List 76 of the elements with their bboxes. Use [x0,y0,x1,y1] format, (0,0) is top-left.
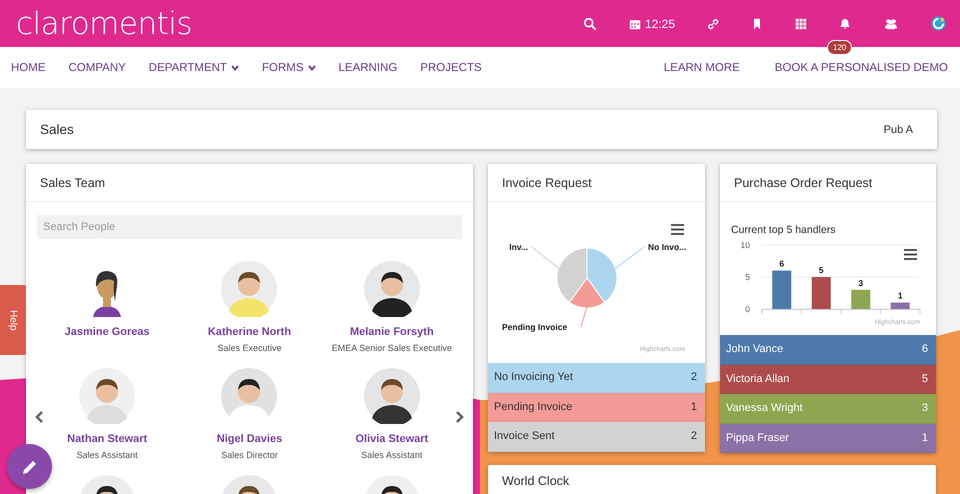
nav-link[interactable]: HOME [11,62,46,74]
axis-label: 0 [745,304,750,314]
person-role: Sales Director [221,450,278,460]
leader-line [532,246,560,270]
data-label: 1 [898,290,903,301]
person-role: EMEA Senior Sales Executive [332,343,452,353]
menu-icon[interactable] [671,224,684,235]
legend-row[interactable]: No Invoicing Yet 2 [488,363,705,393]
nav-link[interactable]: DEPARTMENT [148,62,239,74]
link-icon[interactable] [707,18,719,30]
calendar-icon[interactable] [628,18,641,30]
menu-icon[interactable] [904,249,917,260]
chart-title: Current top 5 handlers [731,224,836,236]
nav-link[interactable]: COMPANY [68,62,126,74]
nav-link[interactable]: BOOK A PERSONALISED DEMO [774,62,948,74]
card-title: Purchase Order Request [734,176,872,190]
row-label: Invoice Sent [494,430,555,442]
nav-link[interactable]: FORMS [262,62,316,74]
nav-link[interactable]: LEARN MORE [664,62,740,74]
avatar-icon[interactable] [931,16,946,31]
data-label: 6 [779,258,784,269]
page-title: Sales [40,122,74,137]
data-label: 5 [818,265,824,275]
person-name[interactable]: Jasmine Goreas [64,326,150,338]
search-field[interactable]: Search People [37,215,462,239]
help-tab[interactable]: Help [0,285,26,355]
notification-badge: 120 [827,40,852,54]
leader-line [580,306,588,328]
row-count: 5 [922,372,928,385]
chevron-right-icon[interactable] [455,411,464,423]
axis-label: 10 [740,240,750,250]
card-title: Sales Team [40,176,106,190]
card-title: World Clock [502,474,570,488]
row-count: 2 [690,430,697,442]
row-label: Vanessa Wright [726,402,803,414]
person-role: Sales Assistant [76,450,138,460]
person-name[interactable]: Olivia Stewart [355,433,428,445]
person-role: Sales Executive [217,343,282,353]
logo[interactable]: claromentis [16,6,192,42]
location-label: Pub A [884,124,913,136]
row-label: Victoria Allan [726,372,790,385]
person-role: Sales Assistant [361,450,422,460]
legend-row[interactable]: Pending Invoice 1 [488,392,705,422]
person-name[interactable]: Nathan Stewart [67,433,148,445]
people-icon[interactable] [883,16,899,30]
person-name[interactable]: Katherine North [208,326,292,338]
axis-label: 5 [745,272,750,282]
data-label: Inv... [509,242,528,252]
nav-link[interactable]: PROJECTS [420,62,482,74]
row-label: Pending Invoice [494,400,572,413]
search-icon[interactable] [582,16,597,30]
data-label: Pending Invoice [502,322,568,332]
legend-row[interactable]: Victoria Allan 5 [720,364,936,394]
chevron-left-icon[interactable] [35,411,44,423]
nav-link[interactable]: LEARNING [338,62,398,74]
bell-icon[interactable] [839,18,851,30]
person-name[interactable]: Nigel Davies [216,433,282,445]
person-name[interactable]: Melanie Forsyth [350,326,434,338]
row-count: 1 [690,400,697,413]
row-count: 3 [922,402,928,414]
data-label: 3 [858,278,864,288]
leader-line [614,246,644,270]
row-label: John Vance [726,343,784,356]
row-label: No Invoicing Yet [494,371,573,384]
row-count: 6 [922,343,928,356]
data-label: No Invo... [648,242,686,252]
legend-row[interactable]: Pippa Fraser 1 [720,424,936,454]
grid-icon[interactable] [795,18,807,30]
clock-time: 12:25 [644,16,675,30]
row-count: 2 [690,371,697,384]
card-title: Invoice Request [502,176,592,190]
row-label: Pippa Fraser [726,432,789,444]
bookmark-icon[interactable] [751,18,763,30]
legend-row[interactable]: Invoice Sent 2 [488,422,705,452]
row-count: 1 [922,432,928,444]
legend-row[interactable]: John Vance 6 [720,335,936,365]
